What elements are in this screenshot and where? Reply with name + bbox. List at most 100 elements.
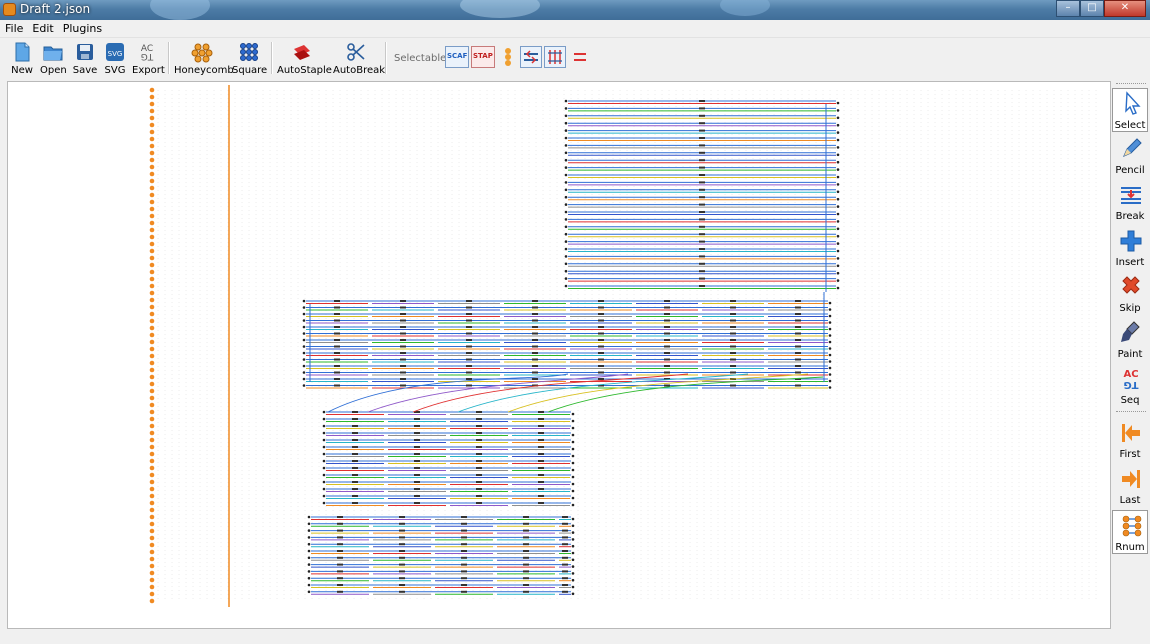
strand-arrow — [466, 365, 472, 367]
helix-label-marker — [149, 353, 155, 359]
window-title: Draft 2.json — [20, 2, 91, 16]
strand-arrow — [699, 218, 705, 221]
stap-filter-toggle[interactable]: STAP — [471, 46, 495, 68]
strand-endpoint — [322, 445, 326, 449]
strand-arrow — [400, 319, 406, 322]
menu-plugins[interactable]: Plugins — [58, 20, 106, 35]
selectable-label: Selectable: — [394, 53, 450, 64]
menu-file[interactable]: File — [0, 20, 27, 35]
scaf-filter-toggle[interactable]: SCAF — [445, 46, 469, 68]
strand-endpoint — [307, 549, 311, 553]
menu-edit[interactable]: Edit — [27, 20, 57, 35]
paint-tool[interactable]: Paint — [1112, 318, 1148, 362]
strand-arrow — [699, 188, 705, 191]
strand-arrow — [523, 529, 529, 532]
minimize-button[interactable]: – — [1056, 0, 1080, 17]
jump-first-icon — [1122, 424, 1140, 442]
strand-arrow — [334, 384, 340, 387]
toolbar-separator — [385, 42, 387, 74]
strand-filter-icon[interactable] — [571, 48, 589, 66]
strand-arrow — [598, 358, 604, 361]
helix-filter-icon[interactable] — [501, 46, 515, 68]
maximize-button[interactable]: □ — [1080, 0, 1104, 17]
save-button[interactable]: Save — [72, 38, 98, 78]
helix-label-marker — [149, 549, 155, 555]
helix-label-marker — [149, 213, 155, 219]
break-tool[interactable]: Break — [1112, 180, 1148, 224]
strand-endpoint — [836, 242, 840, 245]
strand-arrow — [466, 300, 472, 302]
strand-arrow — [730, 319, 736, 322]
path-view-canvas[interactable] — [7, 81, 1111, 629]
export-button[interactable]: AC TG Export — [132, 38, 165, 78]
path-view-drawing[interactable] — [8, 82, 1110, 628]
helix-label-marker — [149, 171, 155, 177]
jump-last-icon — [1122, 470, 1140, 488]
strand-arrow — [795, 326, 801, 328]
strand-endpoint — [571, 565, 575, 568]
strand-arrow — [466, 326, 472, 328]
endpoint-filter-toggle[interactable] — [520, 46, 542, 68]
strand-endpoint — [571, 496, 575, 500]
strand-arrow — [466, 358, 472, 361]
open-label: Open — [40, 65, 67, 76]
seq-tool-label: Seq — [1120, 395, 1140, 406]
pencil-tool[interactable]: Pencil — [1112, 134, 1148, 178]
helix-label-marker — [149, 465, 155, 471]
strand-arrow — [538, 474, 544, 476]
helix-label-marker — [149, 430, 155, 436]
open-button[interactable]: Open — [40, 38, 67, 78]
strand-arrow — [562, 536, 568, 539]
strand-arrow — [664, 345, 670, 348]
strand-endpoint — [571, 558, 575, 562]
honeycomb-button[interactable]: Honeycomb — [174, 38, 234, 78]
strand-arrow — [400, 332, 406, 335]
new-button[interactable]: New — [10, 38, 34, 78]
strand-arrow — [400, 300, 406, 302]
helix-label-marker — [149, 500, 155, 506]
helix-label-marker — [149, 339, 155, 345]
strand-arrow — [352, 446, 358, 448]
strand-endpoint — [828, 360, 832, 363]
strand-endpoint — [302, 338, 306, 342]
skip-tool[interactable]: Skip — [1112, 272, 1148, 316]
helix-label-marker — [149, 318, 155, 324]
strand-endpoint — [571, 468, 575, 472]
strand-arrow — [532, 352, 538, 354]
helix-label-marker — [149, 360, 155, 366]
break-tool-label: Break — [1115, 211, 1145, 222]
rnum-tool[interactable]: Rnum — [1112, 510, 1148, 554]
last-button[interactable]: Last — [1112, 464, 1148, 508]
strand-arrow — [562, 577, 568, 580]
strand-arrow — [532, 326, 538, 328]
strand-arrow — [664, 371, 670, 374]
autostaple-button[interactable]: AutoStaple — [277, 38, 332, 78]
strand-arrow — [532, 365, 538, 367]
strand-endpoint — [571, 433, 575, 437]
crossover-curve — [507, 373, 809, 413]
strand-arrow — [414, 425, 420, 427]
strand-arrow — [523, 577, 529, 580]
strand-arrow — [538, 495, 544, 497]
window-controls: – □ ✕ — [1056, 0, 1146, 17]
square-button[interactable]: Square — [232, 38, 267, 78]
seq-tool[interactable]: AC TG Seq — [1112, 364, 1148, 408]
app-icon — [3, 3, 16, 16]
strand-arrow — [699, 248, 705, 250]
helix-label-marker — [149, 374, 155, 380]
insert-tool[interactable]: Insert — [1112, 226, 1148, 270]
strand-arrow — [730, 313, 736, 315]
autobreak-button[interactable]: AutoBreak — [333, 38, 385, 78]
first-button[interactable]: First — [1112, 418, 1148, 462]
strand-arrow — [598, 332, 604, 335]
svg-button[interactable]: SVG SVG — [102, 38, 128, 78]
strand-arrow — [538, 502, 544, 504]
close-button[interactable]: ✕ — [1104, 0, 1146, 17]
strand-endpoint — [571, 524, 575, 528]
strand-arrow — [532, 371, 538, 374]
strand-endpoint — [571, 412, 575, 416]
select-tool[interactable]: Select — [1112, 88, 1148, 132]
helix-label-marker — [149, 444, 155, 450]
strand-arrow — [461, 556, 467, 559]
xover-filter-toggle[interactable] — [544, 46, 566, 68]
